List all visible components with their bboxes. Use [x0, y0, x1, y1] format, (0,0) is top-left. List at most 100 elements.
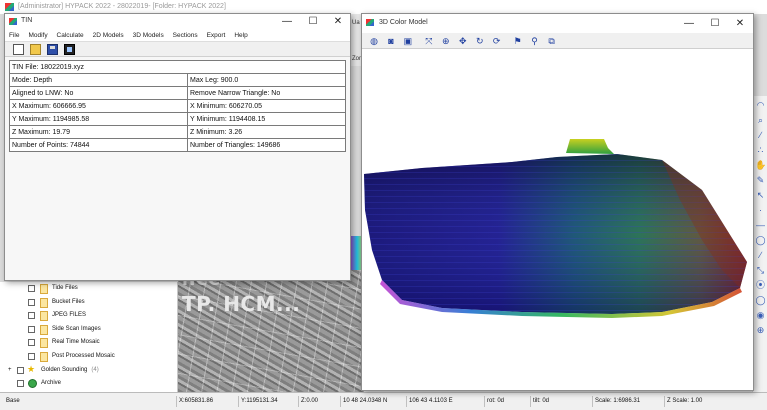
folder-icon: [40, 284, 48, 294]
flag-icon[interactable]: ⚑: [512, 35, 524, 47]
status-scale: Scale: 1:6986.31: [592, 396, 662, 407]
project-tree: Tide Files Bucket Files JPEG FILES Side …: [0, 282, 178, 392]
tree-item[interactable]: Archive: [0, 377, 177, 391]
tree-item[interactable]: JPEG FILES: [0, 309, 177, 323]
tree-item-label: Tide Files: [52, 285, 78, 291]
circle-tool-icon[interactable]: ◯: [755, 235, 766, 246]
tree-checkbox[interactable]: [28, 339, 35, 347]
3d-model-canvas[interactable]: [362, 50, 753, 390]
map-label-city: TP. HCM...: [182, 292, 301, 316]
tree-item-label: Golden Sounding (4): [41, 366, 99, 373]
tree-checkbox[interactable]: [28, 352, 35, 360]
zoom-tool-icon[interactable]: ⊕: [755, 325, 766, 336]
tree-item[interactable]: Tide Files: [0, 282, 177, 296]
ring-tool-icon[interactable]: ◯: [755, 295, 766, 306]
camera-icon[interactable]: ◙: [385, 35, 397, 47]
maximize-button[interactable]: ☐: [703, 17, 727, 30]
pointer-tool-icon[interactable]: ↖: [755, 190, 766, 201]
model-window-title: 3D Color Model: [379, 19, 428, 26]
node-tool-icon[interactable]: ∴: [755, 145, 766, 156]
menu-calculate[interactable]: Calculate: [57, 29, 84, 42]
main-titlebar: [Administrator] HYPACK 2022 - 28022019- …: [0, 0, 767, 14]
pin-icon[interactable]: ⚲: [529, 35, 541, 47]
table-row: TIN File: 18022019.xyz: [9, 60, 346, 74]
tree-checkbox[interactable]: [28, 325, 35, 333]
tree-item[interactable]: Post Processed Mosaic: [0, 350, 177, 364]
menu-export[interactable]: Export: [207, 29, 226, 42]
status-latitude: 10 48 24.0348 N: [340, 396, 404, 407]
point-tool-icon[interactable]: ·: [755, 205, 766, 216]
right-tool-palette: ◠ ⌕ ∕ ∴ ✋ ✎ ↖ · — ◯ ∕ ⤡ ⦿ ◯ ◉ ⊕: [752, 96, 767, 392]
minimize-button[interactable]: —: [677, 17, 701, 30]
tree-item-label: Post Processed Mosaic: [52, 352, 115, 359]
table-cell: X Maximum: 606666.95: [9, 99, 188, 113]
close-button[interactable]: ✕: [728, 17, 752, 30]
line2-tool-icon[interactable]: ∕: [755, 250, 766, 261]
menu-help[interactable]: Help: [234, 29, 247, 42]
tree-item-label: Archive: [41, 380, 62, 387]
pan-icon[interactable]: ✥: [457, 35, 469, 47]
measure-tool-icon[interactable]: ⤡: [755, 265, 766, 276]
table-cell: X Minimum: 606270.05: [187, 99, 346, 113]
tree-item-label: JPEG FILES: [52, 312, 87, 319]
status-tilt: tilt: 0d: [530, 396, 590, 407]
open-folder-icon[interactable]: [29, 44, 41, 55]
status-bar: Base X:605831.86 Y:1195131.34 Z:0.00 10 …: [0, 392, 767, 410]
curve-tool-icon[interactable]: ◠: [755, 100, 766, 111]
tree-checkbox[interactable]: [28, 312, 35, 320]
tree-item[interactable]: + ★ Golden Sounding (4): [0, 364, 177, 378]
status-z-scale: Z Scale: 1.00: [664, 396, 764, 407]
report-icon[interactable]: [63, 44, 75, 55]
hand-tool-icon[interactable]: ✋: [755, 160, 766, 171]
edit-tool-icon[interactable]: ✎: [755, 175, 766, 186]
folder-icon: [40, 338, 48, 349]
close-button[interactable]: ✕: [326, 15, 350, 28]
terrain-shoal: [566, 139, 614, 154]
menu-3d-models[interactable]: 3D Models: [133, 29, 164, 42]
model-titlebar[interactable]: 3D Color Model — ☐ ✕: [362, 14, 753, 33]
menu-2d-models[interactable]: 2D Models: [93, 29, 124, 42]
tree-checkbox[interactable]: [17, 366, 24, 374]
tree-checkbox[interactable]: [17, 380, 24, 388]
expand-toggle[interactable]: +: [8, 364, 12, 378]
tree-item-label: Real Time Mosaic: [52, 339, 100, 346]
tree-item[interactable]: Real Time Mosaic: [0, 336, 177, 350]
tree-item-label: Side Scan Images: [52, 325, 101, 332]
save-icon[interactable]: [46, 44, 58, 55]
star-icon: ★: [27, 363, 36, 374]
tin-info-table: TIN File: 18022019.xyz Mode: Depth Max L…: [9, 60, 346, 152]
layers-icon[interactable]: ⧉: [546, 35, 558, 47]
dash-tool-icon[interactable]: —: [755, 220, 766, 231]
line-tool-icon[interactable]: ∕: [755, 130, 766, 141]
new-file-icon[interactable]: [13, 44, 24, 55]
tree-checkbox[interactable]: [28, 298, 35, 306]
maximize-button[interactable]: ☐: [301, 15, 325, 28]
table-cell: Max Leg: 900.0: [187, 73, 346, 87]
tin-window-title: TIN: [21, 17, 33, 24]
table-row: Number of Points: 74844 Number of Triang…: [9, 138, 346, 152]
tin-file-cell: TIN File: 18022019.xyz: [9, 60, 346, 74]
menu-modify[interactable]: Modify: [28, 29, 47, 42]
tree-item-count: (4): [91, 366, 99, 373]
tree-item[interactable]: Bucket Files: [0, 296, 177, 310]
tree-checkbox[interactable]: [28, 285, 35, 292]
minimize-button[interactable]: —: [275, 15, 299, 28]
table-cell: Aligned to LNW: No: [9, 86, 188, 100]
zoom-icon[interactable]: ⊕: [440, 35, 452, 47]
fit-view-icon[interactable]: ⤧: [423, 35, 435, 47]
tilt-icon[interactable]: ⟳: [491, 35, 503, 47]
tin-titlebar[interactable]: TIN — ☐ ✕: [5, 14, 350, 29]
globe-icon: [28, 379, 37, 389]
menu-file[interactable]: File: [9, 29, 19, 42]
rotate-icon[interactable]: ↻: [474, 35, 486, 47]
satellite-map[interactable]: HCC TP. HCM...: [178, 270, 364, 392]
tree-item[interactable]: Side Scan Images: [0, 323, 177, 337]
search-tool-icon[interactable]: ⌕: [755, 115, 766, 126]
menu-sections[interactable]: Sections: [173, 29, 198, 42]
cube-icon[interactable]: ▣: [402, 35, 414, 47]
model-toolbar: ◍ ◙ ▣ ⤧ ⊕ ✥ ↻ ⟳ ⚑ ⚲ ⧉: [362, 33, 753, 49]
folder-icon: [40, 324, 48, 335]
sphere-icon[interactable]: ◍: [368, 35, 380, 47]
fill-tool-icon[interactable]: ◉: [755, 310, 766, 321]
dot-tool-icon[interactable]: ⦿: [755, 280, 766, 291]
